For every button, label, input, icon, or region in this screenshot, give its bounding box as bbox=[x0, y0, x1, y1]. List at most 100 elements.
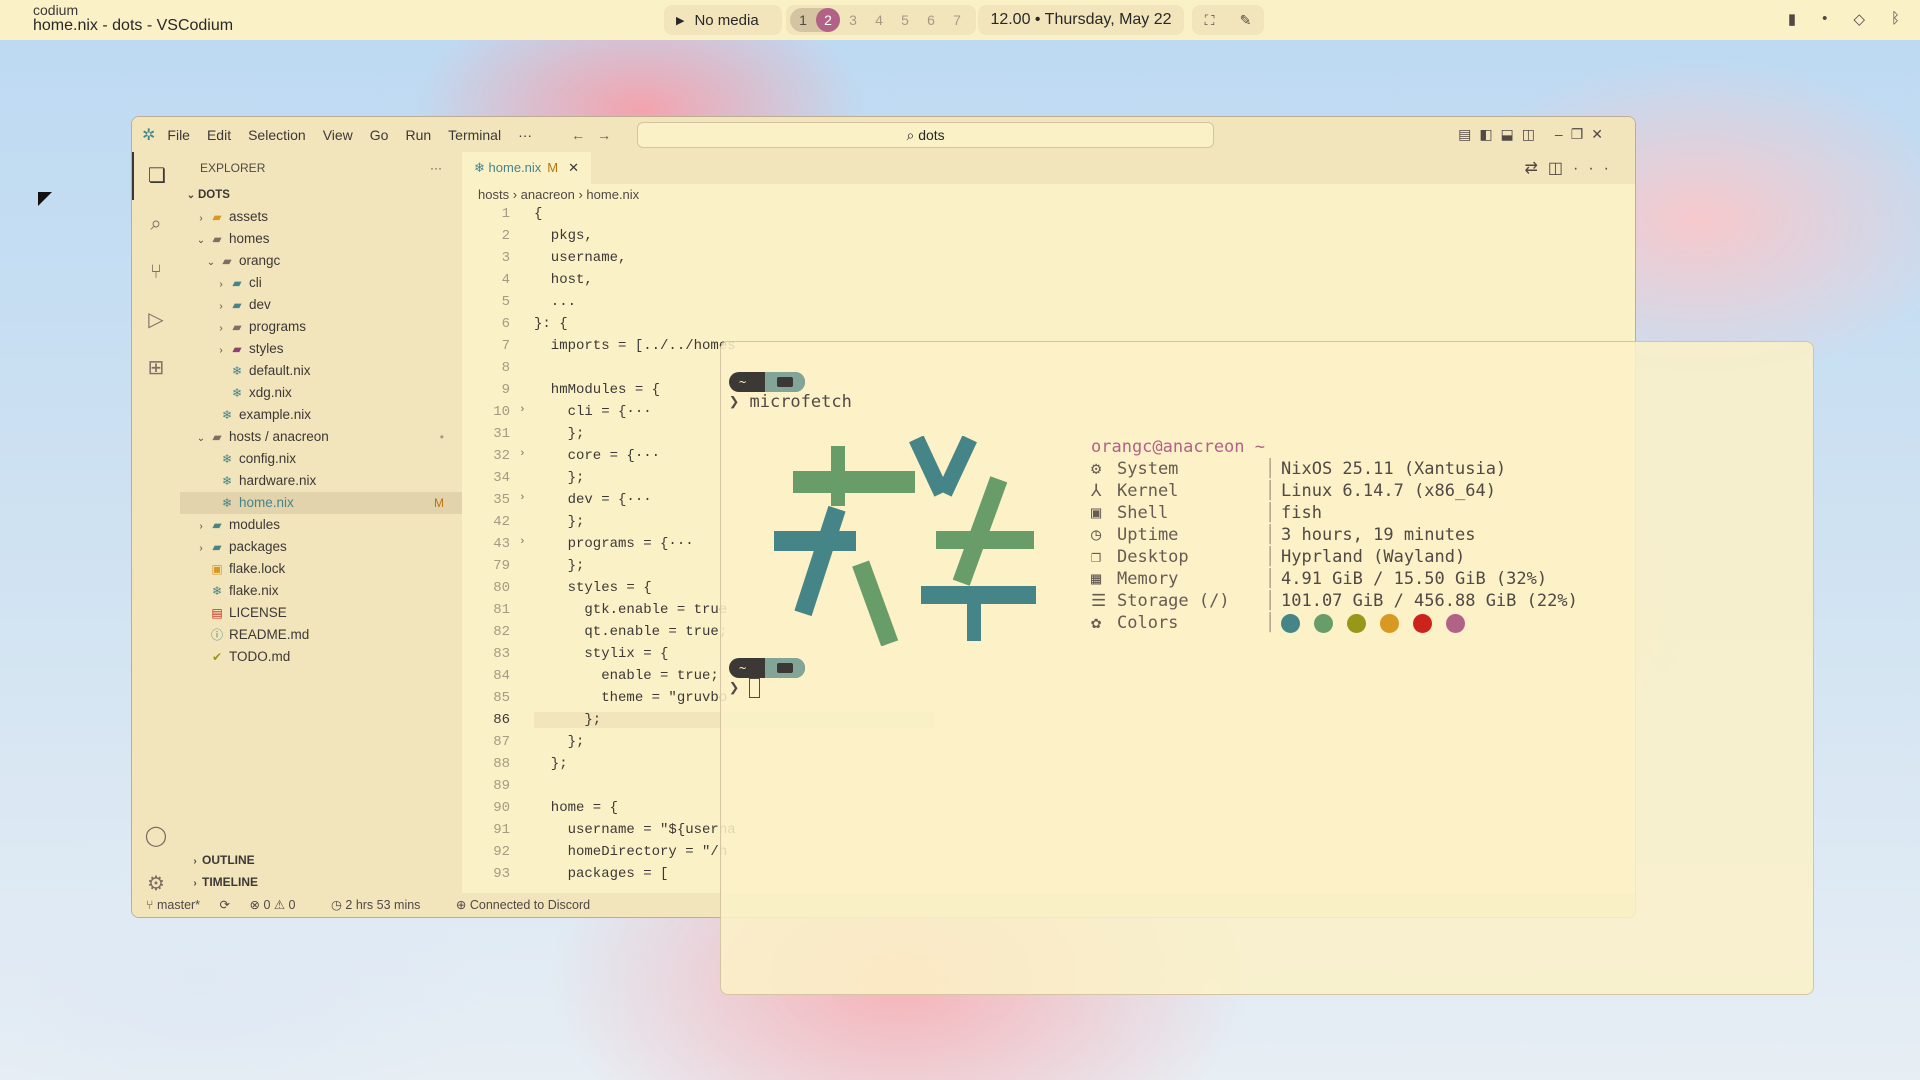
toggle-panel-icon[interactable]: ⬓ bbox=[1501, 126, 1522, 142]
time-tracker[interactable]: ◷ 2 hrs 53 mins bbox=[331, 898, 436, 912]
tree-file[interactable]: ❄ config.nix bbox=[180, 448, 462, 470]
maximize-icon[interactable]: ❐ bbox=[1571, 126, 1592, 142]
forward-icon[interactable]: → bbox=[597, 127, 623, 143]
minimize-icon[interactable]: – bbox=[1555, 126, 1571, 142]
menu-terminal[interactable]: Terminal bbox=[448, 127, 501, 143]
line-number: 89 bbox=[493, 778, 510, 794]
source-control-icon[interactable]: ⑂ bbox=[132, 248, 180, 296]
info-value: Hyprland (Wayland) bbox=[1281, 547, 1466, 567]
split-editor-icon[interactable]: ◫ bbox=[1548, 160, 1573, 177]
workspace-root[interactable]: ⌄ DOTS bbox=[180, 184, 462, 206]
fold-chevron-icon[interactable]: › bbox=[519, 404, 526, 416]
tree-folder[interactable]: ⌄ ▰ hosts / anacreon • bbox=[180, 426, 462, 448]
fold-chevron-icon[interactable]: › bbox=[519, 536, 526, 548]
extensions-icon[interactable]: ⊞ bbox=[132, 344, 180, 392]
explorer-icon[interactable]: ❏ bbox=[132, 152, 180, 200]
problems-count: 0 ⚠ 0 bbox=[263, 898, 296, 912]
code-line: styles = { bbox=[534, 580, 652, 596]
line-number: 31 bbox=[493, 426, 510, 442]
media-widget[interactable]: ▶ No media bbox=[664, 5, 782, 35]
bluetooth-icon[interactable]: ᛒ bbox=[1891, 10, 1900, 28]
tree-folder[interactable]: › ▰ programs bbox=[180, 316, 462, 338]
tree-file[interactable]: ▣ flake.lock bbox=[180, 558, 462, 580]
run-debug-icon[interactable]: ▷ bbox=[132, 296, 180, 344]
menu-bar: File Edit Selection View Go Run Terminal ··· bbox=[167, 127, 549, 143]
tree-item-label: config.nix bbox=[239, 451, 297, 466]
tree-file[interactable]: ✔ TODO.md bbox=[180, 646, 462, 668]
more-actions-icon[interactable]: ··· bbox=[430, 152, 442, 184]
code-line: username, bbox=[534, 250, 627, 266]
search-icon[interactable]: ⌕ bbox=[132, 200, 180, 248]
workspace-4[interactable]: 4 bbox=[866, 12, 892, 28]
workspace-5[interactable]: 5 bbox=[892, 12, 918, 28]
toggle-sidebar-icon[interactable]: ◧ bbox=[1479, 126, 1500, 142]
back-icon[interactable]: ← bbox=[571, 127, 597, 143]
input-line[interactable]: ❯ bbox=[729, 678, 761, 698]
tree-file[interactable]: ❄ example.nix bbox=[180, 404, 462, 426]
line-number: 3 bbox=[501, 250, 510, 266]
breadcrumb-item[interactable]: hosts bbox=[478, 187, 509, 202]
tree-folder[interactable]: › ▰ packages bbox=[180, 536, 462, 558]
fold-chevron-icon[interactable]: › bbox=[519, 448, 526, 460]
close-icon[interactable]: ✕ bbox=[1591, 126, 1611, 142]
tree-folder[interactable]: ⌄ ▰ orangc bbox=[180, 250, 462, 272]
tree-folder[interactable]: › ▰ assets bbox=[180, 206, 462, 228]
tree-file[interactable]: ▤ LICENSE bbox=[180, 602, 462, 624]
breadcrumb-item[interactable]: anacreon bbox=[521, 187, 575, 202]
menu-more[interactable]: ··· bbox=[518, 127, 532, 143]
compare-icon[interactable]: ⇄ bbox=[1524, 160, 1547, 177]
dot-icon[interactable]: • bbox=[1822, 10, 1827, 28]
play-icon[interactable]: ▶ bbox=[676, 14, 684, 27]
folder-icon: ▰ bbox=[232, 276, 242, 290]
command-center[interactable]: ⌕ dots bbox=[637, 121, 1215, 148]
close-tab-icon[interactable]: ✕ bbox=[568, 160, 579, 175]
color-picker-icon[interactable]: ✎ bbox=[1240, 12, 1252, 29]
nixos-logo-art bbox=[774, 436, 1036, 646]
screenshot-icon[interactable]: ⛶ bbox=[1205, 12, 1215, 29]
workspace-2[interactable]: 2 bbox=[816, 8, 840, 32]
color-swatch bbox=[1347, 613, 1366, 633]
workspace-6[interactable]: 6 bbox=[918, 12, 944, 28]
tree-file[interactable]: ❄ xdg.nix bbox=[180, 382, 462, 404]
tree-file[interactable]: ❄ home.nix M bbox=[180, 492, 462, 514]
fold-chevron-icon[interactable]: › bbox=[519, 492, 526, 504]
wifi-icon[interactable]: ◇ bbox=[1853, 10, 1865, 28]
folder-icon bbox=[765, 658, 805, 678]
battery-icon[interactable]: ▮ bbox=[1788, 10, 1796, 28]
tab-home-nix[interactable]: ❄ home.nix M ✕ bbox=[462, 152, 592, 184]
title-bar: ✲ File Edit Selection View Go Run Terminal ··· … bbox=[132, 117, 1635, 152]
outline-section[interactable]: › OUTLINE bbox=[180, 849, 462, 871]
branch-indicator[interactable]: ⑂ master* ⟳ bbox=[146, 898, 230, 912]
color-swatch bbox=[1281, 613, 1300, 633]
tree-item-label: home.nix bbox=[239, 495, 294, 510]
tree-folder[interactable]: › ▰ modules bbox=[180, 514, 462, 536]
tree-file[interactable]: ❄ hardware.nix bbox=[180, 470, 462, 492]
tree-folder[interactable]: › ▰ cli bbox=[180, 272, 462, 294]
menu-go[interactable]: Go bbox=[370, 127, 389, 143]
terminal-window[interactable]: ~ ❯ microfetch orangc@anacreon ~ ⚙ System… bbox=[720, 341, 1814, 995]
tree-file[interactable]: ❄ default.nix bbox=[180, 360, 462, 382]
menu-run[interactable]: Run bbox=[405, 127, 431, 143]
customize-layout-icon[interactable]: ▤ bbox=[1458, 126, 1479, 142]
menu-file[interactable]: File bbox=[167, 127, 190, 143]
tree-folder[interactable]: ⌄ ▰ homes bbox=[180, 228, 462, 250]
tree-file[interactable]: ❄ flake.nix bbox=[180, 580, 462, 602]
breadcrumb-item[interactable]: home.nix bbox=[586, 187, 639, 202]
info-value: 101.07 GiB / 456.88 GiB (22%) bbox=[1281, 591, 1578, 611]
workspace-7[interactable]: 7 bbox=[944, 12, 970, 28]
menu-selection[interactable]: Selection bbox=[248, 127, 306, 143]
tree-folder[interactable]: › ▰ dev bbox=[180, 294, 462, 316]
account-icon[interactable]: ◯ bbox=[132, 812, 180, 860]
tree-file[interactable]: ⓘ README.md bbox=[180, 624, 462, 646]
problems-indicator[interactable]: ⊗ 0 ⚠ 0 bbox=[250, 898, 312, 912]
menu-view[interactable]: View bbox=[323, 127, 353, 143]
discord-status[interactable]: ⊕ Connected to Discord bbox=[456, 898, 606, 912]
color-swatch bbox=[1380, 613, 1399, 633]
tree-folder[interactable]: › ▰ styles bbox=[180, 338, 462, 360]
workspace-1[interactable]: 1 bbox=[790, 12, 816, 28]
toggle-secondary-icon[interactable]: ◫ bbox=[1522, 126, 1543, 142]
more-icon[interactable]: ··· bbox=[1573, 160, 1619, 177]
workspace-3[interactable]: 3 bbox=[840, 12, 866, 28]
timeline-section[interactable]: › TIMELINE bbox=[180, 871, 462, 893]
menu-edit[interactable]: Edit bbox=[207, 127, 231, 143]
